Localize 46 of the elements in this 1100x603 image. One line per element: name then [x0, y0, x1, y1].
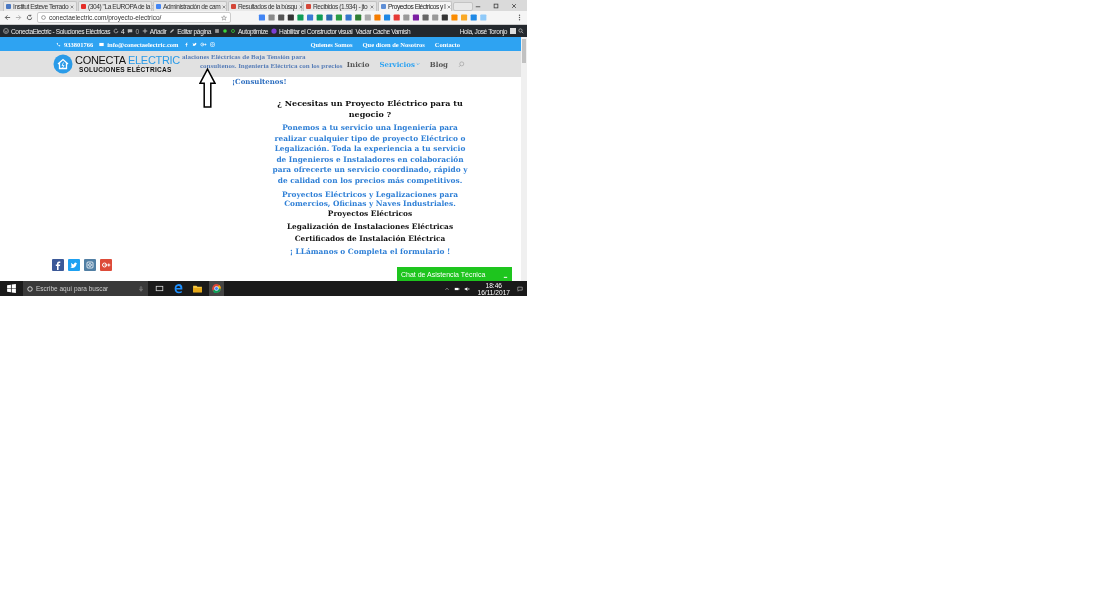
status-circle-icon: [230, 28, 236, 34]
microphone-icon[interactable]: [138, 285, 144, 292]
instagram-button-icon[interactable]: [84, 259, 96, 271]
divi-logo-icon: [271, 28, 278, 34]
close-icon[interactable]: [447, 4, 452, 9]
star-icon[interactable]: [221, 14, 227, 21]
notification-icon[interactable]: [517, 285, 523, 292]
close-icon[interactable]: [222, 4, 227, 9]
search-icon[interactable]: [518, 28, 524, 34]
menu-icon[interactable]: [516, 14, 523, 21]
scrollbar[interactable]: [521, 37, 527, 281]
twitter-icon[interactable]: [192, 41, 198, 47]
chevron-down-icon: [415, 62, 420, 66]
house-logo-icon: [53, 54, 73, 74]
facebook-button-icon[interactable]: [52, 259, 64, 271]
windows-start-icon[interactable]: [4, 281, 19, 296]
volume-icon[interactable]: [464, 285, 471, 292]
twitter-button-icon[interactable]: [68, 259, 80, 271]
up-arrow-icon: [199, 68, 216, 108]
close-icon[interactable]: [70, 4, 75, 9]
status-dot-icon: [222, 28, 228, 34]
pencil-icon: [169, 28, 176, 34]
close-icon[interactable]: [511, 2, 517, 9]
section-heading: ¿ Necesitas un Proyecto Eléctrico para tu negocio ?: [276, 98, 464, 119]
plus-icon[interactable]: [141, 28, 148, 34]
chrome-icon[interactable]: [209, 281, 224, 296]
google-plus-icon[interactable]: [200, 41, 208, 47]
logo-text[interactable]: CONECTA ELECTRIC: [75, 55, 180, 66]
google-plus-button-icon[interactable]: [100, 259, 112, 271]
phone-icon: [56, 41, 61, 47]
maximize-icon[interactable]: [493, 2, 499, 9]
updates-icon[interactable]: [113, 28, 120, 34]
plugin-icon[interactable]: [214, 28, 220, 34]
minimize-icon[interactable]: [503, 274, 508, 279]
close-icon[interactable]: [299, 4, 304, 9]
cortana-icon: [27, 285, 33, 292]
comment-icon[interactable]: [127, 28, 134, 34]
back-icon[interactable]: [4, 14, 11, 21]
reload-icon[interactable]: [26, 14, 33, 21]
wordpress-logo-icon[interactable]: [3, 28, 9, 34]
forward-icon[interactable]: [15, 14, 22, 21]
info-icon: [41, 15, 46, 20]
facebook-icon[interactable]: [184, 41, 190, 47]
mail-icon: [99, 41, 105, 47]
network-icon[interactable]: [454, 285, 461, 292]
chevron-up-icon[interactable]: [444, 285, 451, 292]
